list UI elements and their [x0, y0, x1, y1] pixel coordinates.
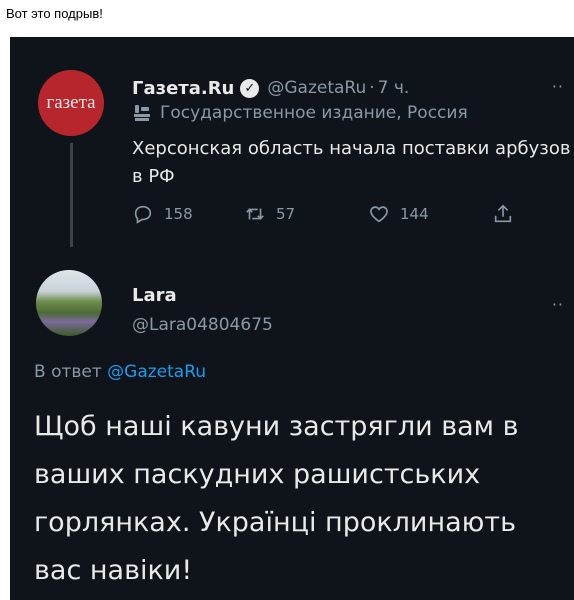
tweet2-author-name[interactable]: Lara [132, 285, 177, 306]
heart-icon [370, 206, 388, 223]
tweet-screenshot: газета Газета.Ru ✓ @GazetaRu · 7 ч. ·· Г… [10, 37, 574, 600]
share-icon [494, 204, 512, 223]
post-caption: Вот это подрыв! [6, 6, 103, 21]
separator-dot: · [369, 78, 375, 98]
reply-button[interactable]: 158 [132, 203, 193, 225]
lara-avatar[interactable] [36, 270, 102, 336]
tweet1-text: Херсонская область начала поставки арбуз… [132, 138, 571, 187]
tweet2-author-handle[interactable]: @Lara04804675 [132, 315, 273, 335]
more-icon[interactable]: ·· [552, 77, 564, 96]
more-icon[interactable]: ·· [552, 295, 564, 314]
thread-line [70, 143, 73, 247]
retweet-count: 57 [276, 205, 296, 223]
tweet1-author-name[interactable]: Газета.Ru [132, 78, 234, 99]
state-media-label-text: Государственное издание, Россия [160, 103, 468, 123]
state-media-label[interactable]: Государственное издание, Россия [132, 103, 468, 123]
reply-context: В ответ @GazetaRu [34, 362, 206, 382]
tweet1-header: Газета.Ru ✓ @GazetaRu · 7 ч. [132, 75, 409, 101]
tweet1-timestamp[interactable]: 7 ч. [378, 78, 410, 98]
retweet-button[interactable]: 57 [244, 203, 295, 225]
avatar-text: газета [46, 92, 96, 113]
gazeta-avatar[interactable]: газета [38, 70, 104, 136]
like-button[interactable]: 144 [368, 203, 429, 225]
like-count: 144 [400, 205, 429, 223]
reply-to-link[interactable]: @GazetaRu [107, 362, 206, 382]
tweet2-text: Щоб наші кавуни застрягли вам в ваших па… [34, 411, 519, 586]
state-media-flag-icon [134, 105, 150, 121]
reply-icon [134, 205, 152, 224]
reply-prefix: В ответ [34, 362, 102, 382]
tweet1-actions: 158 57 144 [132, 203, 552, 229]
retweet-icon [246, 208, 264, 220]
reply-count: 158 [164, 205, 193, 223]
share-button[interactable] [492, 203, 524, 225]
tweet1-author-handle[interactable]: @GazetaRu [267, 78, 366, 98]
verified-badge-icon: ✓ [240, 78, 260, 98]
